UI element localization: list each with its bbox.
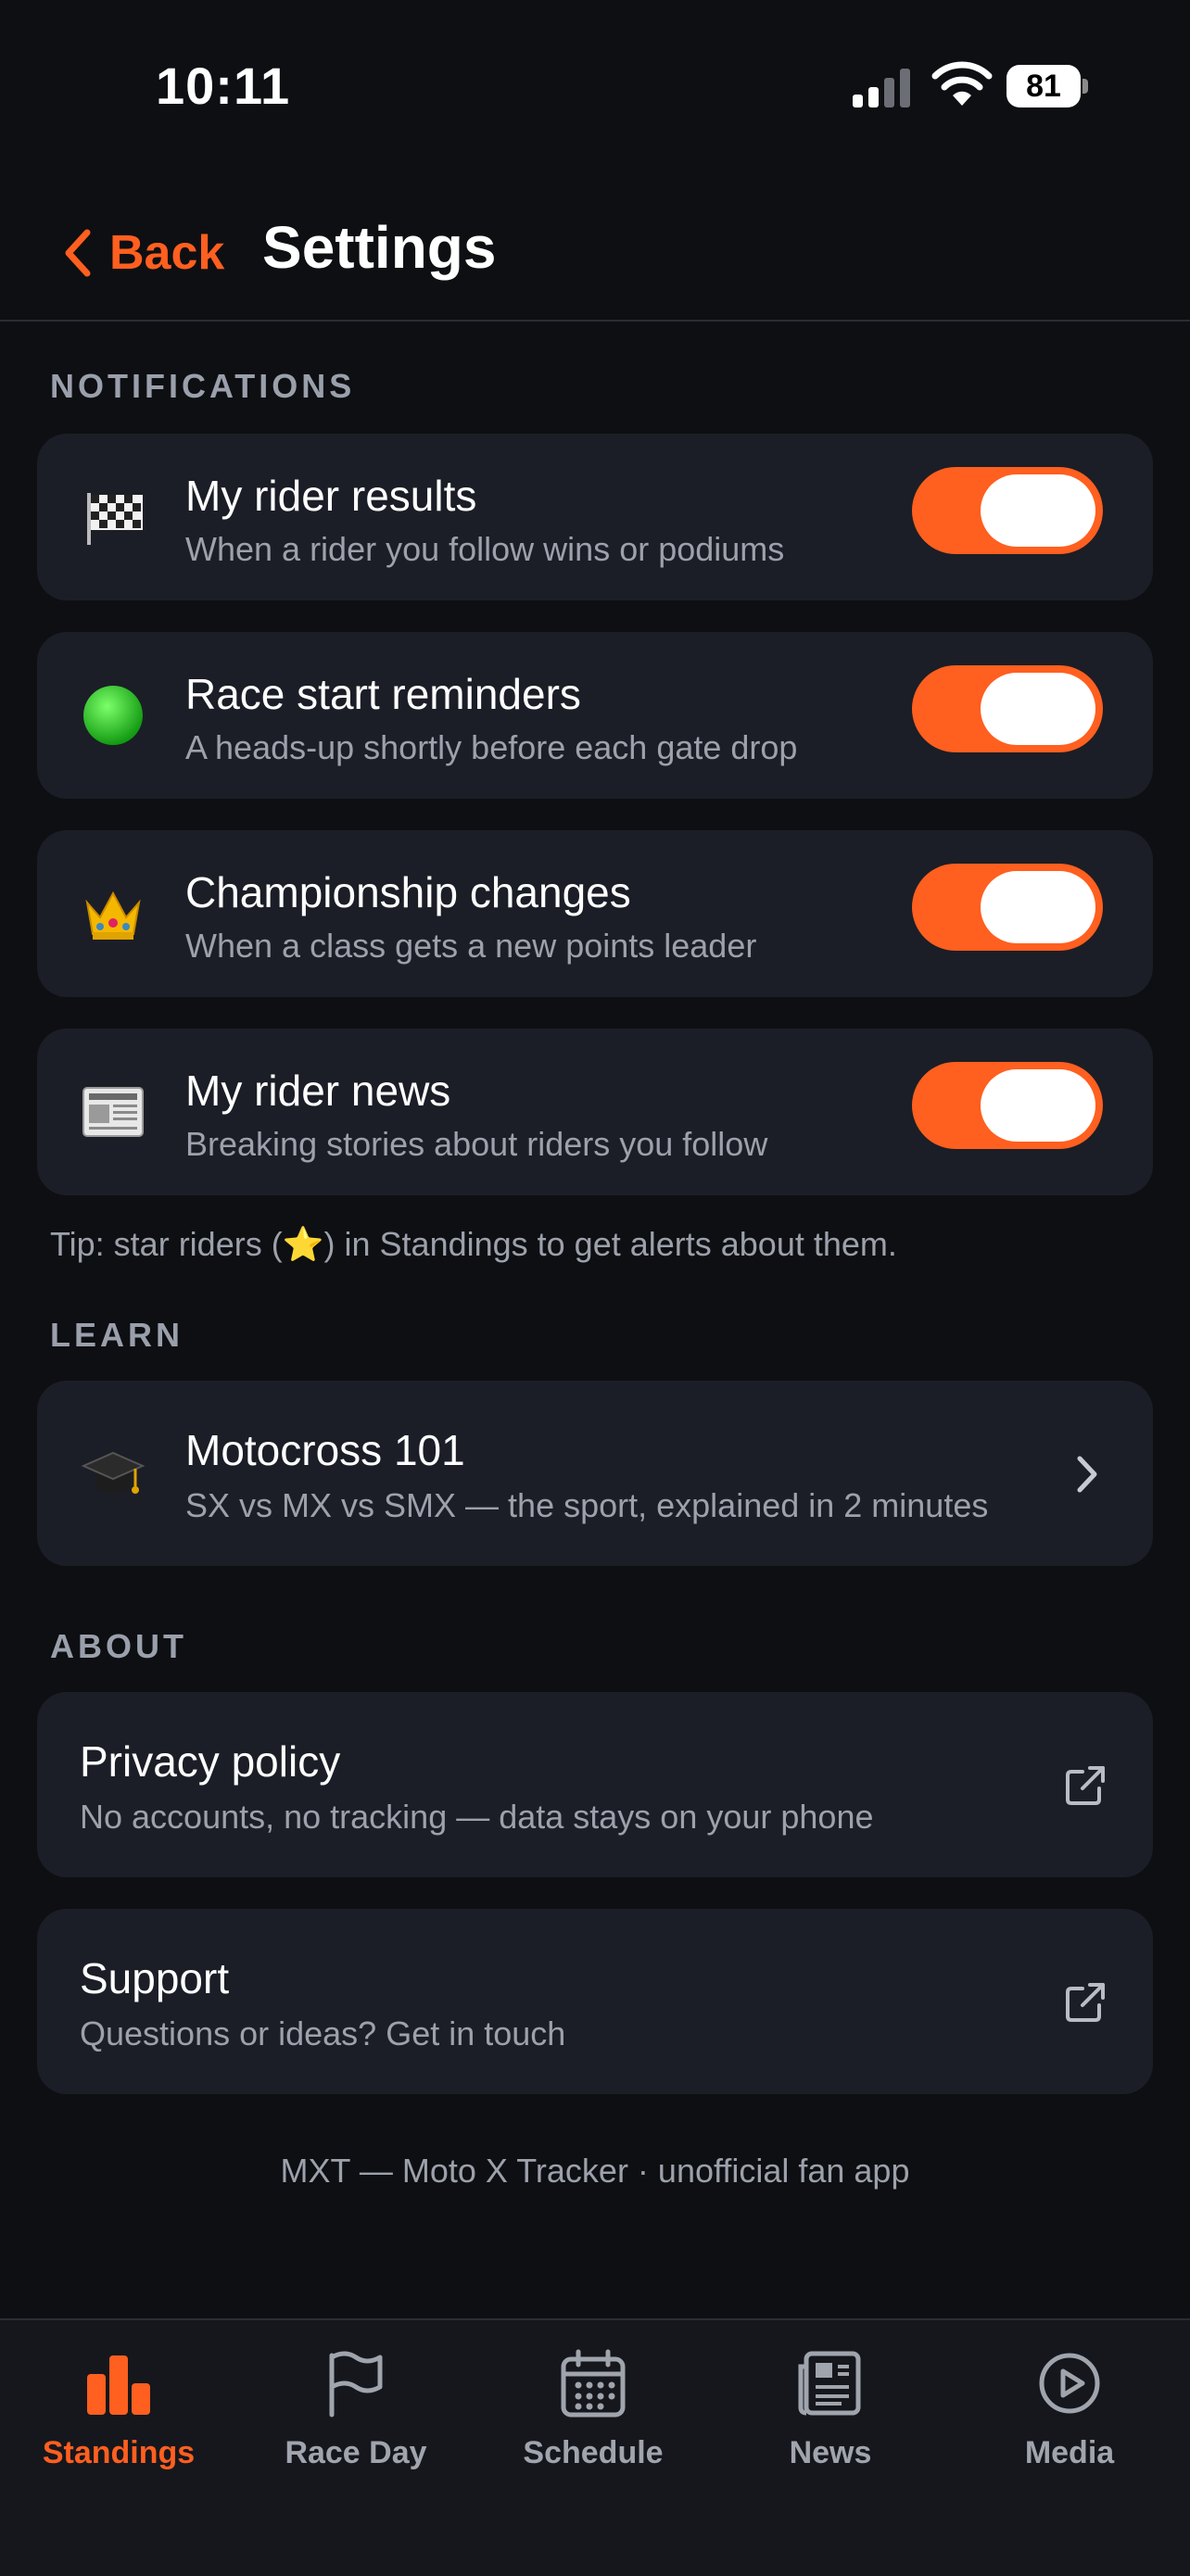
learn-row-motocross-101[interactable]: Motocross 101 SX vs MX vs SMX — the spor…	[37, 1381, 1153, 1566]
row-title: Support	[80, 1954, 230, 2002]
back-label: Back	[109, 226, 225, 280]
play-circle-icon	[1039, 2353, 1100, 2414]
row-subtitle: A heads-up shortly before each gate drop	[185, 728, 798, 766]
status-time: 10:11	[156, 57, 291, 115]
row-title: Privacy policy	[80, 1737, 341, 1786]
newspaper-icon	[798, 2351, 861, 2416]
row-title: My rider news	[185, 1067, 451, 1115]
section-about-label: ABOUT	[50, 1627, 187, 1665]
tab-label: News	[789, 2435, 872, 2470]
race-start-toggle[interactable]	[912, 665, 1103, 752]
page-title: Settings	[262, 214, 497, 281]
battery-indicator: 81	[1006, 65, 1090, 107]
tab-race-day[interactable]: Race Day	[237, 2346, 475, 2494]
row-subtitle: No accounts, no tracking — data stays on…	[80, 1798, 874, 1836]
row-title: Championship changes	[185, 868, 631, 916]
flag-icon	[329, 2351, 383, 2418]
status-bar: 10:11 81	[0, 0, 1190, 176]
notification-row-championship: Championship changes When a class gets a…	[37, 830, 1153, 997]
rider-news-toggle[interactable]	[912, 1062, 1103, 1149]
calendar-icon	[561, 2349, 626, 2418]
row-subtitle: When a rider you follow wins or podiums	[185, 530, 785, 568]
section-notifications-label: NOTIFICATIONS	[50, 367, 356, 405]
external-link-icon	[1066, 1766, 1105, 1805]
battery-percent: 81	[1026, 69, 1061, 104]
notification-row-race-start: Race start reminders A heads-up shortly …	[37, 632, 1153, 799]
green-circle-icon	[83, 686, 143, 745]
newspaper-icon	[82, 1087, 144, 1137]
tab-label: Race Day	[285, 2435, 427, 2470]
tab-schedule[interactable]: Schedule	[475, 2346, 712, 2494]
notification-row-rider-results: My rider results When a rider you follow…	[37, 434, 1153, 600]
row-title: My rider results	[185, 472, 477, 520]
row-subtitle: When a class gets a new points leader	[185, 927, 757, 965]
tab-label: Schedule	[523, 2435, 664, 2470]
app-footer-note: MXT — Moto X Tracker · unofficial fan ap…	[280, 2152, 910, 2190]
tab-standings[interactable]: Standings	[0, 2346, 237, 2494]
cellular-signal-icon	[853, 69, 910, 107]
about-row-support[interactable]: Support Questions or ideas? Get in touch	[37, 1909, 1153, 2094]
checkered-flag-icon	[87, 493, 143, 545]
row-subtitle: Questions or ideas? Get in touch	[80, 2014, 566, 2052]
tab-label: Media	[1024, 2435, 1115, 2470]
wifi-icon	[931, 61, 993, 106]
row-title: Race start reminders	[185, 670, 581, 718]
about-row-privacy-policy[interactable]: Privacy policy No accounts, no tracking …	[37, 1692, 1153, 1877]
section-learn-label: LEARN	[50, 1316, 184, 1354]
tab-bar: Standings Race Day Schedule News Media	[0, 2318, 1190, 2576]
row-title: Motocross 101	[185, 1426, 465, 1474]
navigation-bar: Back Settings	[0, 176, 1190, 322]
crown-icon	[85, 890, 141, 940]
tab-label: Standings	[42, 2435, 196, 2470]
back-button[interactable]: Back	[61, 221, 224, 285]
chevron-right-icon	[1077, 1456, 1097, 1493]
external-link-icon	[1066, 1983, 1105, 2022]
row-subtitle: SX vs MX vs SMX — the sport, explained i…	[185, 1486, 989, 1524]
tab-media[interactable]: Media	[949, 2346, 1190, 2494]
standings-tip: Tip: star riders (⭐) in Standings to get…	[50, 1225, 897, 1263]
row-subtitle: Breaking stories about riders you follow	[185, 1125, 768, 1163]
bar-chart-icon	[87, 2355, 150, 2415]
rider-results-toggle[interactable]	[912, 467, 1103, 554]
chevron-left-icon	[65, 229, 91, 277]
tab-news[interactable]: News	[712, 2346, 949, 2494]
graduation-cap-icon	[81, 1451, 146, 1494]
championship-toggle[interactable]	[912, 864, 1103, 951]
notification-row-rider-news: My rider news Breaking stories about rid…	[37, 1029, 1153, 1195]
